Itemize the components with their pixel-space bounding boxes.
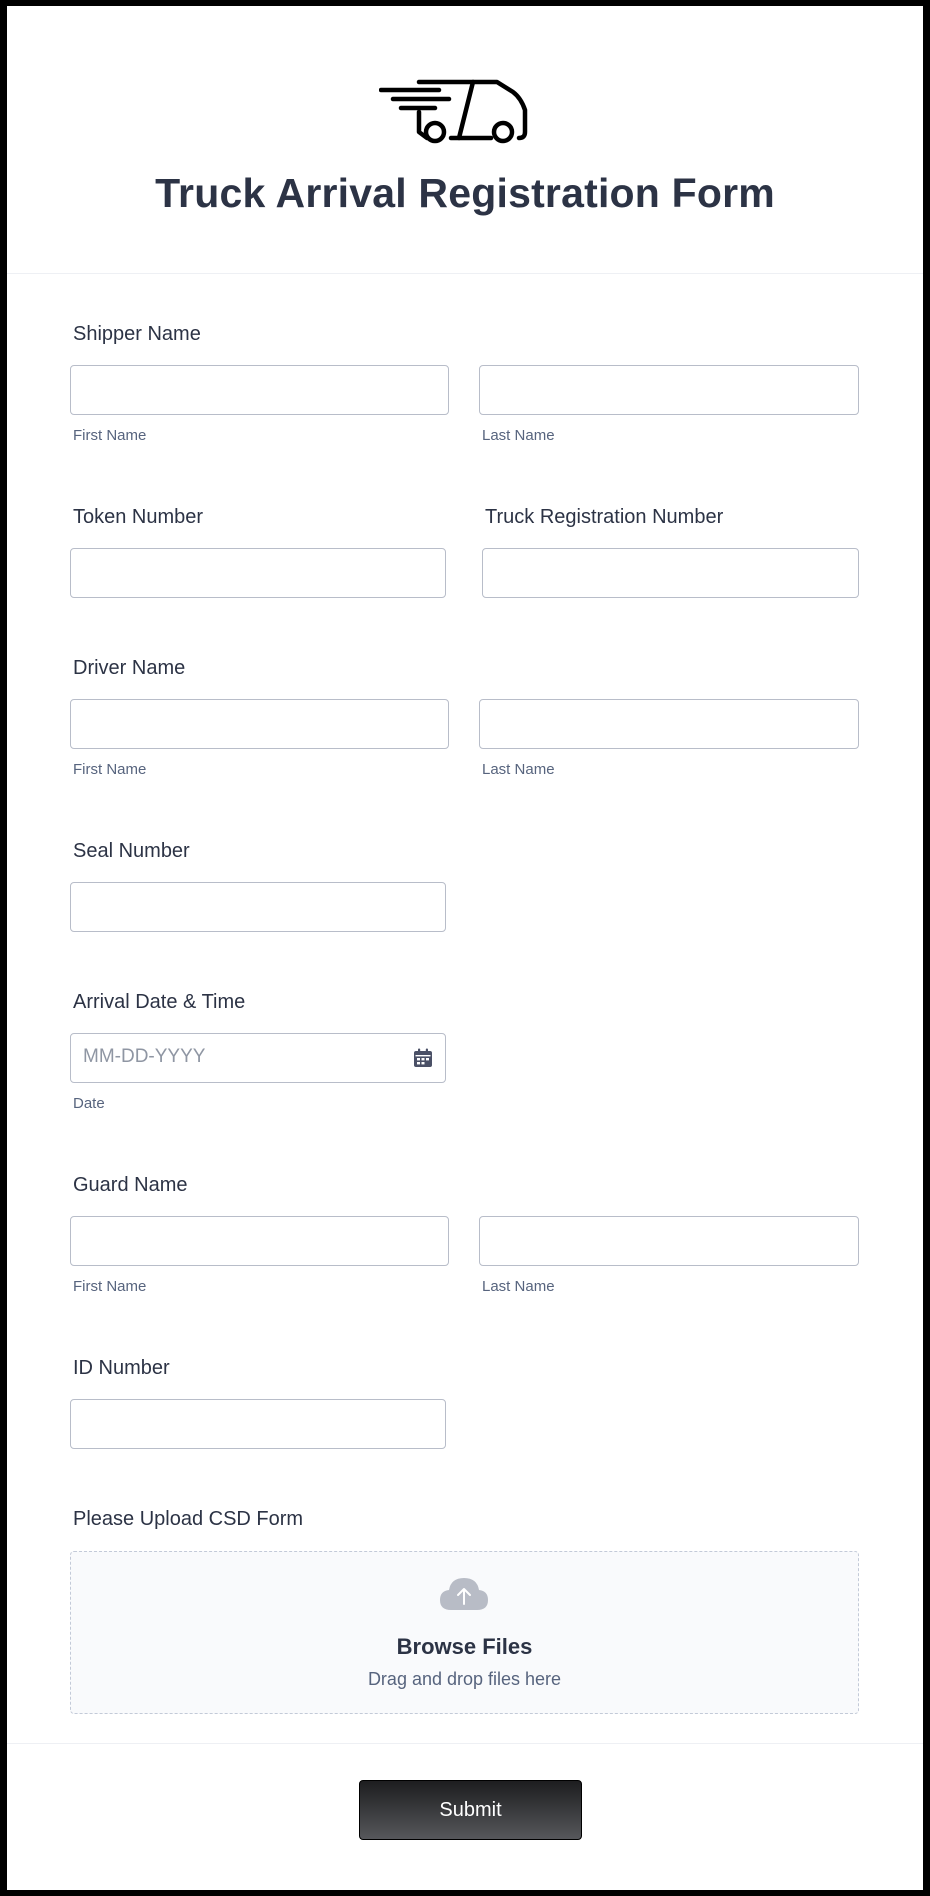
upload-label: Please Upload CSD Form <box>73 1508 304 1530</box>
date-sublabel: Date <box>73 1095 105 1112</box>
id-number-input[interactable] <box>70 1399 446 1449</box>
driver-last-name-input[interactable] <box>479 699 859 749</box>
driver-first-name-input[interactable] <box>70 699 449 749</box>
seal-number-label: Seal Number <box>73 840 190 862</box>
token-number-label: Token Number <box>73 506 204 528</box>
guard-first-name-sublabel: First Name <box>73 1278 147 1295</box>
footer-divider <box>7 1743 923 1744</box>
truck-icon <box>379 79 528 144</box>
shipper-last-name-sublabel: Last Name <box>482 427 555 444</box>
shipper-first-name-input[interactable] <box>70 365 449 415</box>
driver-name-label: Driver Name <box>73 657 186 679</box>
shipper-first-name-sublabel: First Name <box>73 427 147 444</box>
guard-first-name-input[interactable] <box>70 1216 449 1266</box>
form-title: Truck Arrival Registration Form <box>155 170 775 216</box>
truck-registration-input[interactable] <box>482 548 859 598</box>
token-number-input[interactable] <box>70 548 446 598</box>
drag-drop-hint: Drag and drop files here <box>367 1669 562 1689</box>
driver-first-name-sublabel: First Name <box>73 761 147 778</box>
browse-files-link[interactable]: Browse Files <box>71 1634 858 1660</box>
arrival-date-input[interactable]: MM-DD-YYYY <box>70 1033 446 1083</box>
arrival-date-label: Arrival Date & Time <box>73 991 246 1013</box>
calendar-icon[interactable] <box>413 1048 433 1068</box>
submit-button[interactable]: Submit <box>359 1780 582 1840</box>
date-placeholder: MM-DD-YYYY <box>83 1046 206 1067</box>
cloud-upload-icon <box>440 1578 488 1610</box>
id-number-label: ID Number <box>73 1357 170 1379</box>
seal-number-input[interactable] <box>70 882 446 932</box>
guard-last-name-input[interactable] <box>479 1216 859 1266</box>
shipper-last-name-input[interactable] <box>479 365 859 415</box>
form-header: Truck Arrival Registration Form <box>7 6 923 274</box>
guard-last-name-sublabel: Last Name <box>482 1278 555 1295</box>
file-upload-dropzone[interactable]: Browse Files Drag and drop files here <box>70 1551 859 1714</box>
truck-registration-label: Truck Registration Number <box>485 506 724 528</box>
form-page: Truck Arrival Registration Form Shipper … <box>0 0 930 1896</box>
shipper-name-label: Shipper Name <box>73 323 201 345</box>
driver-last-name-sublabel: Last Name <box>482 761 555 778</box>
guard-name-label: Guard Name <box>73 1174 188 1196</box>
